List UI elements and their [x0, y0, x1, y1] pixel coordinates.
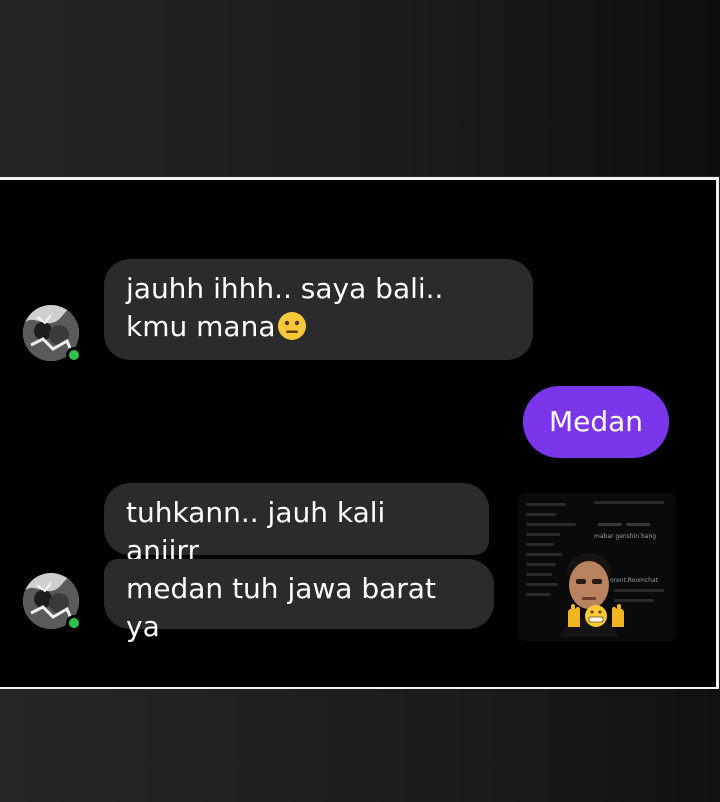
message-text: tuhkann.. jauh kali anjirr [126, 496, 386, 567]
message-text: medan tuh jawa barat ya [126, 572, 436, 643]
overlay-ui-line [594, 501, 664, 504]
hands-emoji-icon [568, 604, 624, 627]
bottom-letterbox [0, 689, 720, 802]
overlay-ui-line [598, 523, 622, 526]
overlay-ui-line [526, 503, 566, 506]
online-status-dot [66, 615, 82, 631]
chat-screenshot: jauhh ihhh.. saya bali.. kmu mana Medan … [0, 177, 719, 690]
overlay-ui-line [526, 543, 554, 546]
incoming-message-bubble[interactable]: medan tuh jawa barat ya [104, 559, 494, 643]
contact-avatar[interactable] [23, 573, 82, 631]
incoming-message-bubble[interactable]: jauhh ihhh.. saya bali.. kmu mana [104, 259, 533, 360]
overlay-ui-line [626, 523, 650, 526]
top-letterbox [0, 0, 720, 176]
online-status-dot [66, 347, 82, 363]
overlay-ui-line [526, 573, 552, 576]
contact-avatar[interactable] [23, 305, 82, 363]
streamer-video-overlay: mabar genshin bang orent Roomchat [518, 493, 676, 641]
overlay-ui-line [526, 523, 576, 526]
overlay-ui-line [526, 563, 556, 566]
overlay-text: mabar genshin bang [594, 533, 657, 540]
outgoing-message-bubble[interactable]: Medan [523, 386, 669, 458]
overlay-ui-line [526, 513, 556, 516]
message-text: Medan [548, 405, 644, 438]
incoming-message-bubble[interactable]: tuhkann.. jauh kali anjirr [104, 483, 489, 567]
overlay-ui-line [526, 593, 550, 596]
overlay-ui-line [526, 533, 560, 536]
neutral-face-emoji-icon [278, 312, 307, 340]
